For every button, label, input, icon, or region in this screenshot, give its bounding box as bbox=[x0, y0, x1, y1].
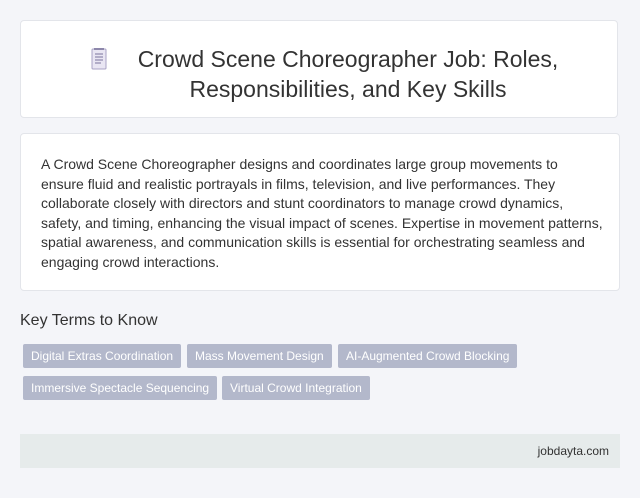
tag-mass-movement-design[interactable]: Mass Movement Design bbox=[187, 344, 332, 368]
footer: jobdayta.com bbox=[20, 434, 620, 468]
tag-virtual-crowd-integration[interactable]: Virtual Crowd Integration bbox=[222, 376, 370, 400]
key-terms-heading: Key Terms to Know bbox=[20, 312, 158, 329]
footer-site-link[interactable]: jobdayta.com bbox=[538, 444, 609, 458]
job-description: A Crowd Scene Choreographer designs and … bbox=[41, 156, 603, 270]
description-card: A Crowd Scene Choreographer designs and … bbox=[20, 133, 620, 291]
tag-ai-augmented-crowd-blocking[interactable]: AI-Augmented Crowd Blocking bbox=[338, 344, 518, 368]
page-title: Crowd Scene Choreographer Job: Roles, Re… bbox=[137, 46, 559, 102]
tag-immersive-spectacle-sequencing[interactable]: Immersive Spectacle Sequencing bbox=[23, 376, 218, 400]
tag-digital-extras-coordination[interactable]: Digital Extras Coordination bbox=[23, 344, 182, 368]
title-card: Crowd Scene Choreographer Job: Roles, Re… bbox=[20, 20, 618, 118]
document-icon bbox=[91, 48, 107, 70]
